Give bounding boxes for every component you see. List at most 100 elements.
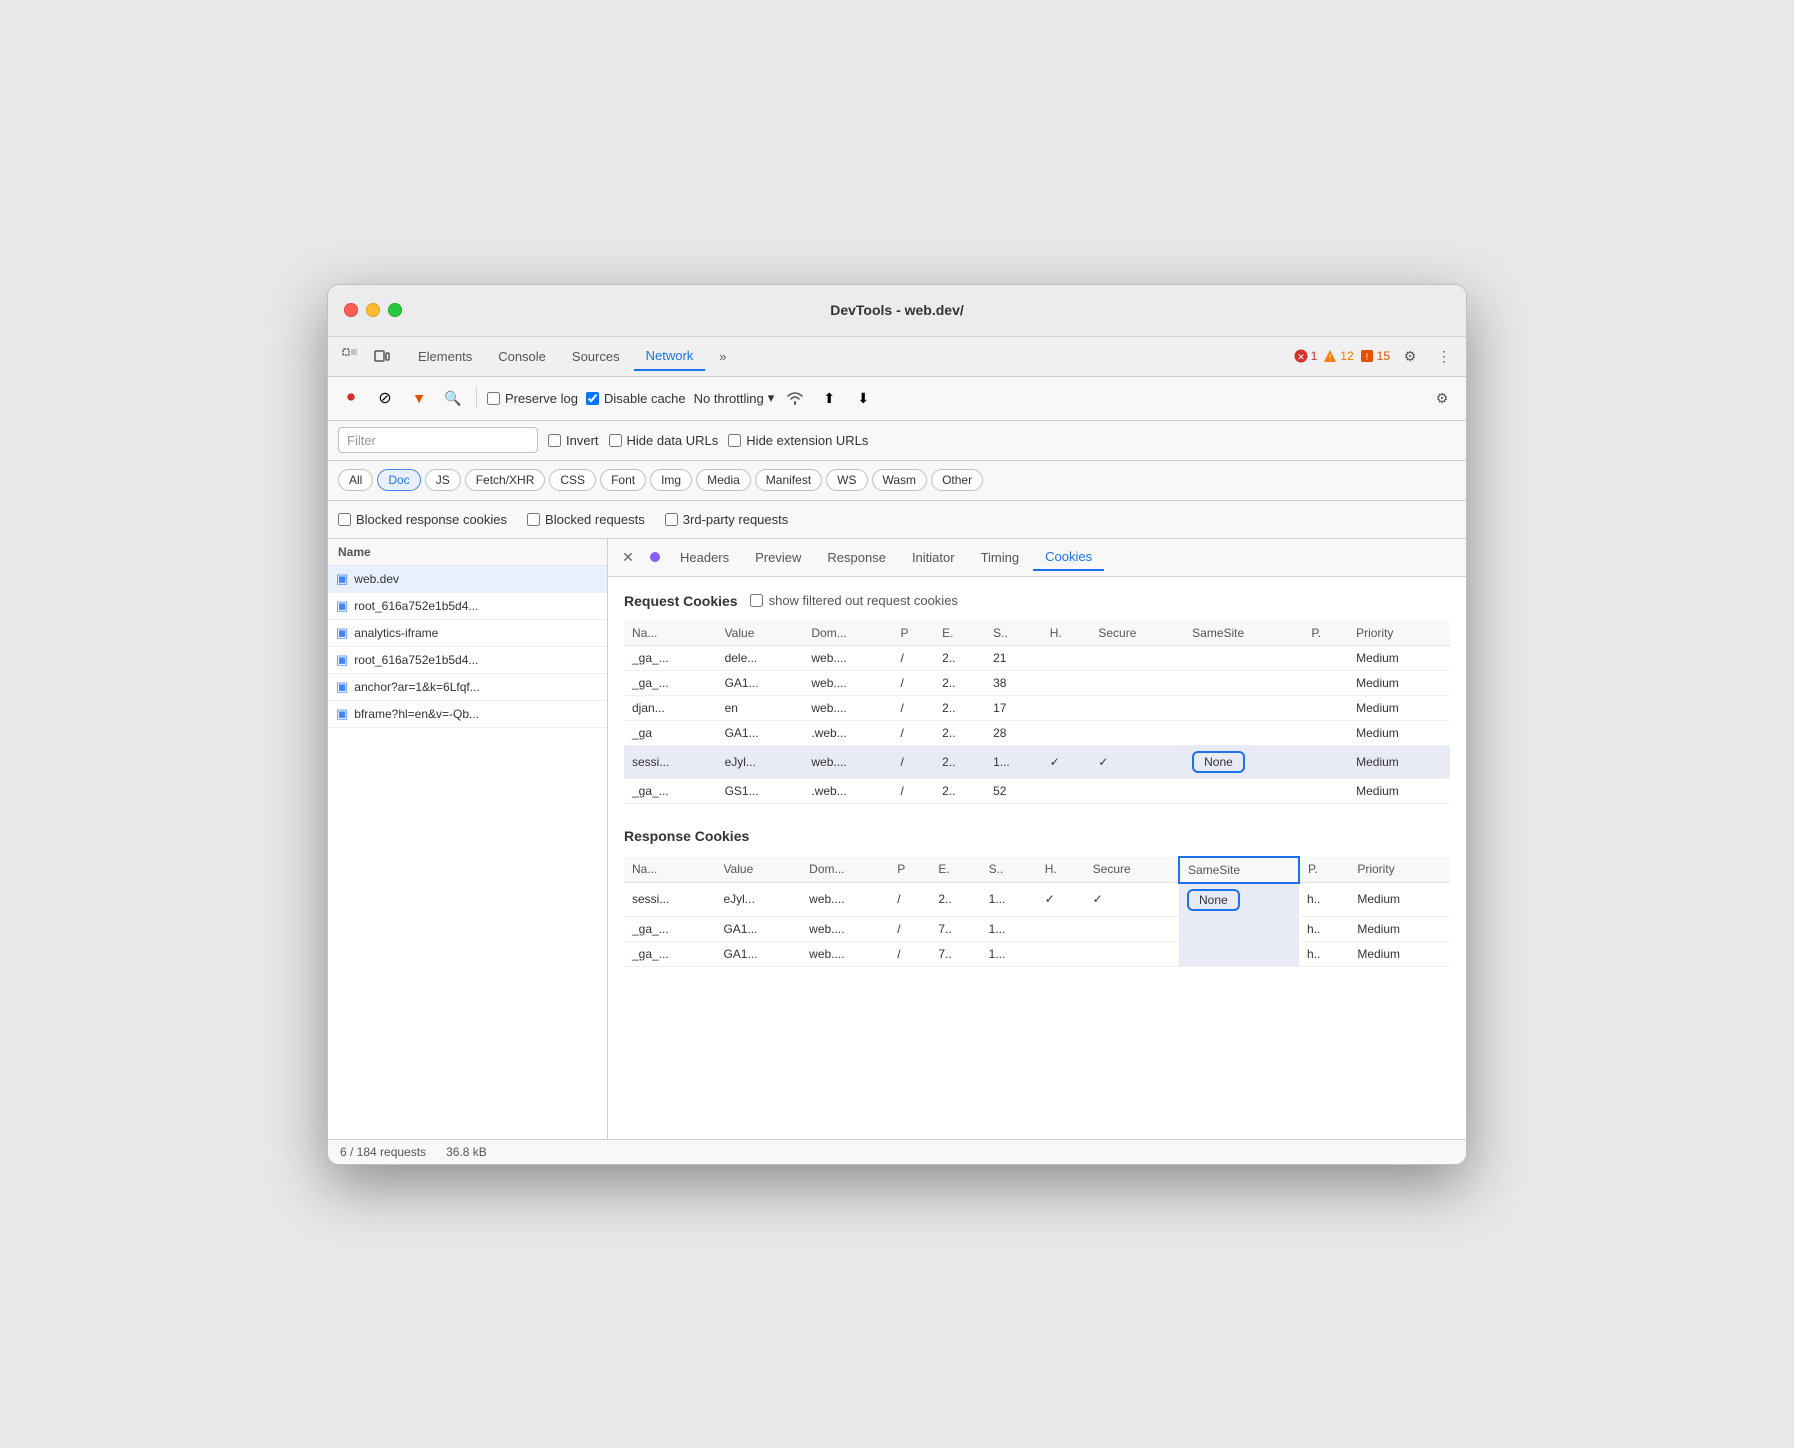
upload-icon[interactable]: ⬆ xyxy=(816,385,842,411)
tab-preview[interactable]: Preview xyxy=(743,545,813,570)
cookie-expires: 2.. xyxy=(934,645,985,670)
table-row[interactable]: sessi... eJyl... web.... / 2.. 1... ✓ ✓ … xyxy=(624,883,1450,917)
file-doc-icon: ▣ xyxy=(336,571,348,587)
file-item[interactable]: ▣root_616a752e1b5d4... xyxy=(328,647,607,674)
preserve-log-input[interactable] xyxy=(487,392,500,405)
tab-initiator[interactable]: Initiator xyxy=(900,545,967,570)
type-filter-doc[interactable]: Doc xyxy=(377,469,420,491)
device-toolbar-icon[interactable] xyxy=(368,342,396,370)
file-list: Name ▣web.dev▣root_616a752e1b5d4...▣anal… xyxy=(328,539,608,1139)
disable-cache-checkbox[interactable]: Disable cache xyxy=(586,391,686,406)
file-item[interactable]: ▣web.dev xyxy=(328,566,607,593)
file-doc-icon: ▣ xyxy=(336,652,348,668)
cookie-value: GA1... xyxy=(717,720,804,745)
type-filter-img[interactable]: Img xyxy=(650,469,692,491)
cookie-partitioned: h.. xyxy=(1299,883,1349,917)
record-stop-icon[interactable]: ⏺ xyxy=(338,385,364,411)
traffic-lights xyxy=(344,303,402,317)
throttle-select[interactable]: No throttling ▾ xyxy=(694,390,775,406)
tab-more[interactable]: » xyxy=(707,343,738,370)
cookie-expires: 2.. xyxy=(934,745,985,778)
minimize-button[interactable] xyxy=(366,303,380,317)
type-filter-wasm[interactable]: Wasm xyxy=(872,469,928,491)
hide-data-urls-checkbox[interactable]: Hide data URLs xyxy=(609,433,719,448)
details-panel: ✕ Headers Preview Response Initiator Tim… xyxy=(608,539,1466,1139)
file-item[interactable]: ▣analytics-iframe xyxy=(328,620,607,647)
file-doc-icon: ▣ xyxy=(336,598,348,614)
hide-extension-urls-input[interactable] xyxy=(728,434,741,447)
type-filter-other[interactable]: Other xyxy=(931,469,983,491)
samesite-cell: None xyxy=(1179,883,1299,917)
resp-col-name: Na... xyxy=(624,857,715,883)
table-row[interactable]: djan... en web.... / 2.. 17 Medium xyxy=(624,695,1450,720)
show-filtered-checkbox[interactable] xyxy=(750,594,763,607)
tab-network[interactable]: Network xyxy=(634,342,706,371)
resp-col-samesite: SameSite xyxy=(1179,857,1299,883)
table-row[interactable]: _ga_... GA1... web.... / 7.. 1... h.. Me… xyxy=(624,941,1450,966)
type-filter-all[interactable]: All xyxy=(338,469,373,491)
table-row[interactable]: _ga GA1... .web... / 2.. 28 Medium xyxy=(624,720,1450,745)
preserve-log-checkbox[interactable]: Preserve log xyxy=(487,391,578,406)
inspect-icon[interactable] xyxy=(336,342,364,370)
tab-timing[interactable]: Timing xyxy=(969,545,1032,570)
type-filter-ws[interactable]: WS xyxy=(826,469,867,491)
cookie-expires: 7.. xyxy=(930,916,980,941)
search-icon[interactable]: 🔍 xyxy=(440,385,466,411)
cookie-secure xyxy=(1090,695,1184,720)
cookie-secure: ✓ xyxy=(1090,745,1184,778)
cookie-priority: Medium xyxy=(1348,720,1450,745)
devtools-window: DevTools - web.dev/ Elements Console Sou… xyxy=(327,284,1467,1165)
settings-icon[interactable]: ⚙ xyxy=(1396,342,1424,370)
table-row[interactable]: _ga_... dele... web.... / 2.. 21 Medium xyxy=(624,645,1450,670)
hide-data-urls-input[interactable] xyxy=(609,434,622,447)
blocked-3rd-party-requests[interactable]: 3rd-party requests xyxy=(665,512,789,527)
response-cookies-section: Response Cookies Na... Value Dom... P E. xyxy=(624,828,1450,967)
type-filter-manifest[interactable]: Manifest xyxy=(755,469,822,491)
cookie-httponly xyxy=(1042,778,1091,803)
file-doc-icon: ▣ xyxy=(336,706,348,722)
type-filter-font[interactable]: Font xyxy=(600,469,646,491)
file-item[interactable]: ▣root_616a752e1b5d4... xyxy=(328,593,607,620)
tab-cookies[interactable]: Cookies xyxy=(1033,544,1104,571)
filter-input[interactable] xyxy=(338,427,538,453)
cookie-path: / xyxy=(889,941,930,966)
invert-input[interactable] xyxy=(548,434,561,447)
type-filter-css[interactable]: CSS xyxy=(549,469,596,491)
file-item[interactable]: ▣anchor?ar=1&k=6Lfqf... xyxy=(328,674,607,701)
blocked-blocked-response-cookies[interactable]: Blocked response cookies xyxy=(338,512,507,527)
toolbar-separator-1 xyxy=(476,388,477,408)
table-row[interactable]: sessi... eJyl... web.... / 2.. 1... ✓ ✓ … xyxy=(624,745,1450,778)
close-button[interactable] xyxy=(344,303,358,317)
table-row[interactable]: _ga_... GA1... web.... / 2.. 38 Medium xyxy=(624,670,1450,695)
cookie-partitioned xyxy=(1303,778,1348,803)
headers-tab-with-dot: Headers xyxy=(650,545,741,570)
clear-icon[interactable]: ⊘ xyxy=(372,385,398,411)
tab-elements[interactable]: Elements xyxy=(406,343,484,370)
close-details-button[interactable]: ✕ xyxy=(616,545,640,569)
tab-headers[interactable]: Headers xyxy=(668,545,741,570)
hide-extension-urls-checkbox[interactable]: Hide extension URLs xyxy=(728,433,868,448)
tab-console[interactable]: Console xyxy=(486,343,558,370)
cookie-expires: 2.. xyxy=(934,720,985,745)
show-filtered-label[interactable]: show filtered out request cookies xyxy=(750,593,958,608)
table-row[interactable]: _ga_... GS1... .web... / 2.. 52 Medium xyxy=(624,778,1450,803)
more-options-icon[interactable]: ⋮ xyxy=(1430,342,1458,370)
file-item[interactable]: ▣bframe?hl=en&v=-Qb... xyxy=(328,701,607,728)
blocked-blocked-requests[interactable]: Blocked requests xyxy=(527,512,645,527)
table-row[interactable]: _ga_... GA1... web.... / 7.. 1... h.. Me… xyxy=(624,916,1450,941)
type-filter-media[interactable]: Media xyxy=(696,469,751,491)
devtools-panel: Elements Console Sources Network » ✕ 1 !… xyxy=(328,337,1466,1164)
disable-cache-input[interactable] xyxy=(586,392,599,405)
download-icon[interactable]: ⬇ xyxy=(850,385,876,411)
network-settings-icon[interactable]: ⚙ xyxy=(1428,384,1456,412)
type-filter-js[interactable]: JS xyxy=(425,469,461,491)
invert-checkbox[interactable]: Invert xyxy=(548,433,599,448)
type-filter-fetch-xhr[interactable]: Fetch/XHR xyxy=(465,469,546,491)
filter-icon[interactable]: ▼ xyxy=(406,385,432,411)
col-domain: Dom... xyxy=(803,621,892,646)
maximize-button[interactable] xyxy=(388,303,402,317)
wifi-icon[interactable] xyxy=(782,385,808,411)
tab-sources[interactable]: Sources xyxy=(560,343,632,370)
tab-response[interactable]: Response xyxy=(815,545,898,570)
response-cookies-title: Response Cookies xyxy=(624,828,749,844)
